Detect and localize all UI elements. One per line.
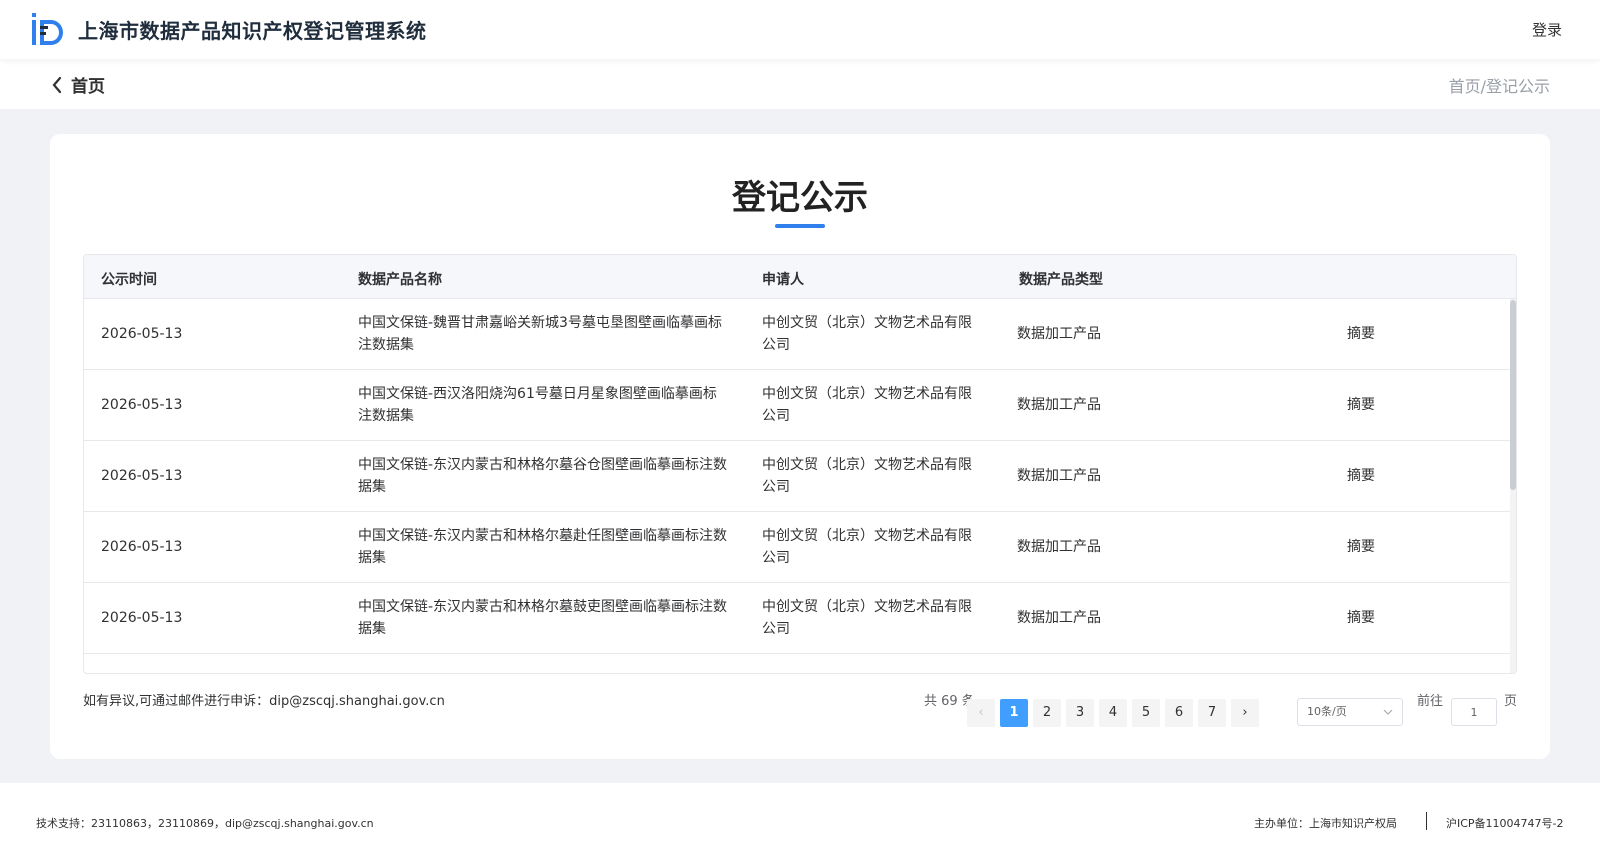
- cell-applicant: 中创文贸（北京）文物艺术品有限公司: [762, 386, 972, 424]
- column-header-applicant: 申请人: [762, 272, 804, 288]
- login-button[interactable]: 登录: [1532, 19, 1562, 40]
- table-body: 2026-05-13 中国文保链-魏晋甘肃嘉峪关新城3号墓屯垦图壁画临摹画标注数…: [84, 299, 1512, 673]
- table-row: 2026-05-13 中国文保链-东汉内蒙古和林格尔墓赴任图壁画临摹画标注数据集…: [84, 512, 1512, 583]
- cell-product-name: 中国文保链-西汉洛阳烧沟61号墓日月星象图壁画临摹画标注数据集: [358, 386, 717, 424]
- cell-product-name: 中国文保链-东汉内蒙古和林格尔墓赴任图壁画临摹画标注数据集: [358, 528, 728, 566]
- cell-applicant: 中创文贸（北京）文物艺术品有限公司: [762, 528, 972, 566]
- table-row: 2026-05-13 中国文保链-东汉内蒙古和林格尔墓谷仓图壁画临摹画标注数据集…: [84, 441, 1512, 512]
- summary-link[interactable]: 摘要: [1347, 536, 1375, 558]
- breadcrumb: 首页/登记公示: [1448, 77, 1550, 96]
- summary-link[interactable]: 摘要: [1347, 607, 1375, 629]
- goto-page-input[interactable]: [1451, 698, 1497, 726]
- page-size-select[interactable]: 10条/页: [1297, 698, 1403, 726]
- footer-divider: [1426, 812, 1427, 830]
- page-button-4[interactable]: 4: [1099, 699, 1127, 727]
- sponsor-info: 主办单位：上海市知识产权局: [1254, 817, 1397, 830]
- table-row: 2026-05-13 中国文保链-魏晋甘肃嘉峪关新城3号墓屯垦图壁画临摹画标注数…: [84, 299, 1512, 370]
- table-row: 2026-05-13 中国文保链-东汉内蒙古和林格尔墓鼓吏图壁画临摹画标注数据集…: [84, 583, 1512, 654]
- cell-product-type: 数据加工产品: [1017, 610, 1101, 626]
- cell-applicant: 中创文贸（北京）文物艺术品有限公司: [762, 315, 972, 353]
- prev-page-button[interactable]: ‹: [967, 699, 995, 727]
- cell-product-type: 数据加工产品: [1017, 539, 1101, 555]
- cell-date: 2026-05-13: [101, 397, 183, 413]
- cell-product-name: 中国文保链-魏晋甘肃嘉峪关新城3号墓屯垦图壁画临摹画标注数据集: [358, 315, 722, 353]
- back-home-button[interactable]: 首页: [51, 72, 105, 97]
- cell-product-type: 数据加工产品: [1017, 326, 1101, 342]
- goto-label: 前往: [1417, 694, 1444, 709]
- cell-product-type: 数据加工产品: [1017, 468, 1101, 484]
- chevron-left-icon: [52, 76, 62, 93]
- page-title: 登记公示: [732, 178, 868, 218]
- complaint-notice: 如有异议,可通过邮件进行申诉：dip@zscqj.shanghai.gov.cn: [83, 694, 445, 709]
- cell-applicant: 中创文贸（北京）文物艺术品有限公司: [762, 599, 972, 637]
- cell-date: 2026-05-13: [101, 610, 183, 626]
- next-page-button[interactable]: ›: [1231, 699, 1259, 727]
- announcement-table: 公示时间 数据产品名称 申请人 数据产品类型 2026-05-13 中国文保链-…: [83, 254, 1517, 674]
- page-button-1[interactable]: 1: [1000, 699, 1028, 727]
- summary-link[interactable]: 摘要: [1347, 394, 1375, 416]
- page-button-5[interactable]: 5: [1132, 699, 1160, 727]
- sub-navigation: 首页 首页/登记公示: [0, 59, 1600, 109]
- page-button-3[interactable]: 3: [1066, 699, 1094, 727]
- cell-product-name: 中国文保链-东汉内蒙古和林格尔墓鼓吏图壁画临摹画标注数据集: [358, 599, 728, 637]
- page-button-7[interactable]: 7: [1198, 699, 1226, 727]
- table-header: 公示时间 数据产品名称 申请人 数据产品类型: [84, 255, 1516, 299]
- table-row: 2026-05-13 中国文保链-西汉洛阳烧沟61号墓日月星象图壁画临摹画标注数…: [84, 370, 1512, 441]
- column-header-date: 公示时间: [101, 272, 157, 288]
- table-scrollbar-thumb[interactable]: [1510, 300, 1516, 490]
- page-suffix-label: 页: [1504, 694, 1518, 709]
- cell-product-name: 中国文保链-东汉内蒙古和林格尔墓谷仓图壁画临摹画标注数据集: [358, 457, 728, 495]
- page-button-6[interactable]: 6: [1165, 699, 1193, 727]
- title-underline: [775, 224, 825, 228]
- cell-applicant: 中创文贸（北京）文物艺术品有限公司: [762, 457, 972, 495]
- top-header: 上海市数据产品知识产权登记管理系统 登录: [0, 0, 1600, 59]
- cell-date: 2026-05-13: [101, 468, 183, 484]
- cell-product-type: 数据加工产品: [1017, 397, 1101, 413]
- app-title: 上海市数据产品知识产权登记管理系统: [78, 19, 427, 43]
- summary-link[interactable]: 摘要: [1347, 323, 1375, 345]
- summary-link[interactable]: 摘要: [1347, 465, 1375, 487]
- icp-link[interactable]: 沪ICP备11004747号-2: [1446, 815, 1564, 831]
- column-header-type: 数据产品类型: [1019, 272, 1103, 288]
- cell-date: 2026-05-13: [101, 326, 183, 342]
- tech-support-info: 技术支持：23110863，23110869，dip@zscqj.shangha…: [36, 817, 374, 830]
- main-card: 登记公示 公示时间 数据产品名称 申请人 数据产品类型 2026-05-13 中…: [50, 134, 1550, 759]
- site-footer: 技术支持：23110863，23110869，dip@zscqj.shangha…: [0, 783, 1600, 861]
- back-home-label: 首页: [71, 77, 105, 97]
- logo-icon: [32, 13, 63, 45]
- chevron-down-icon: [1383, 709, 1393, 715]
- column-header-name: 数据产品名称: [358, 272, 442, 288]
- page-button-2[interactable]: 2: [1033, 699, 1061, 727]
- page-size-value: 10条/页: [1307, 705, 1347, 718]
- cell-date: 2026-05-13: [101, 539, 183, 555]
